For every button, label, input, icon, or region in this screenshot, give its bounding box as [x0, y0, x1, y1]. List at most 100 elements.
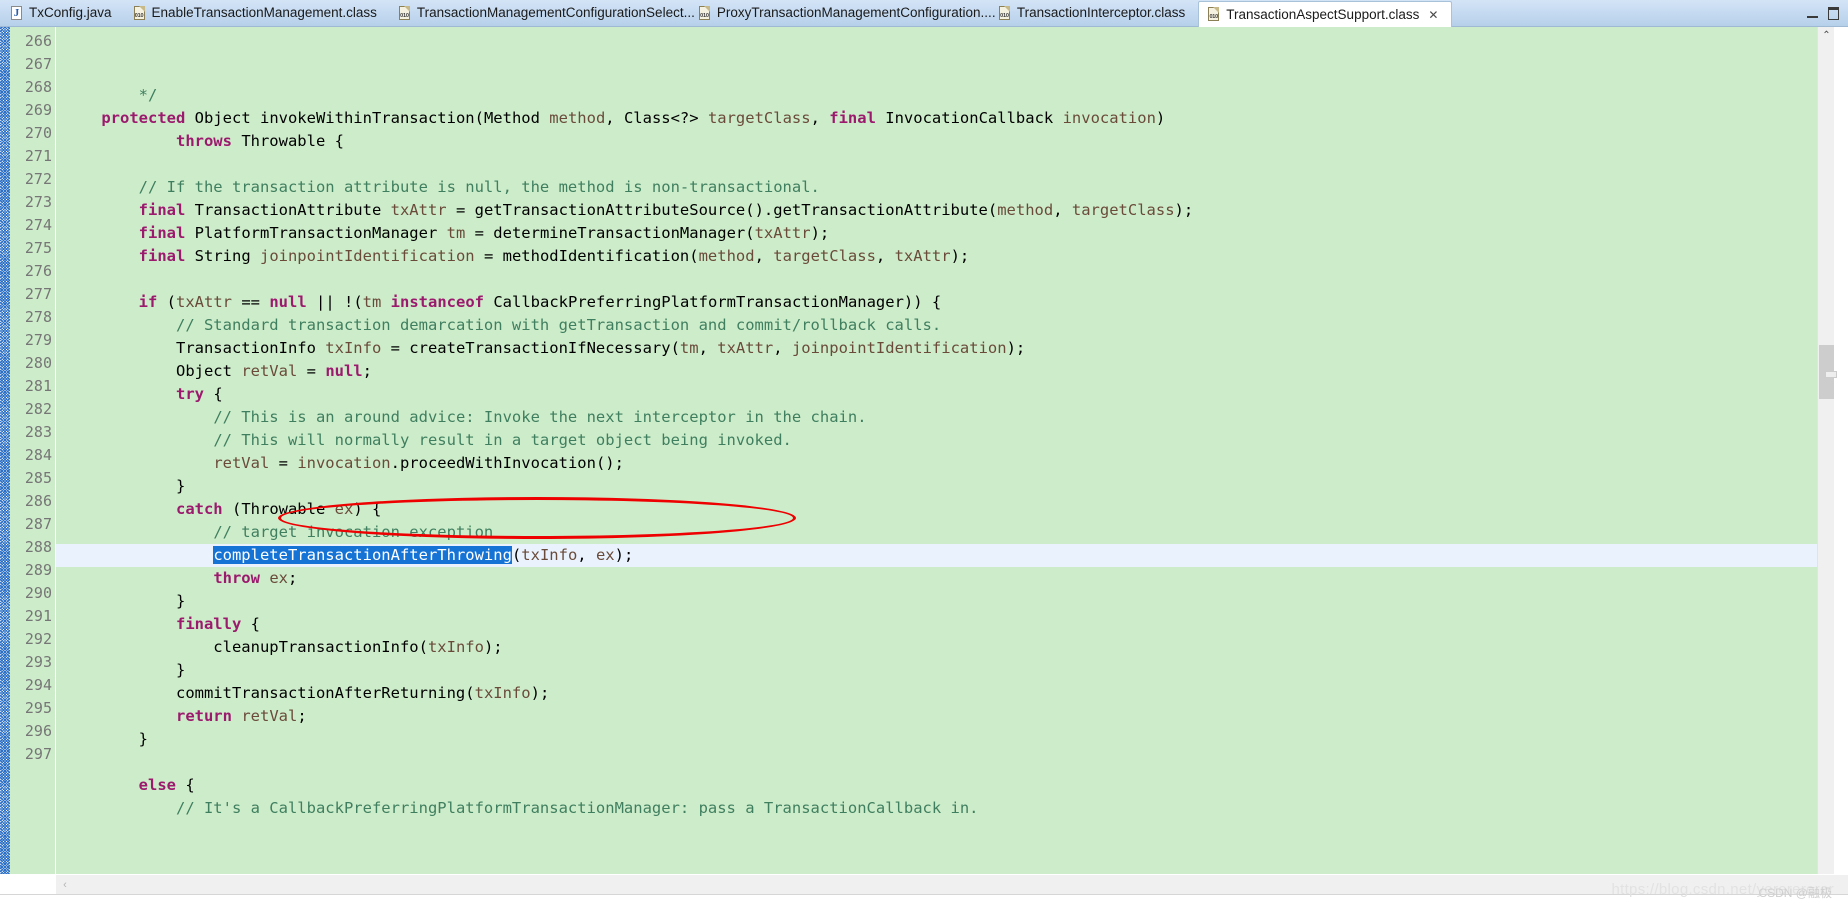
code-token: // If the transaction attribute is null,… — [138, 178, 820, 196]
code-token: txAttr — [390, 201, 447, 219]
code-line[interactable]: // It's a CallbackPreferringPlatformTran… — [56, 797, 1817, 820]
code-line[interactable]: retVal = invocation.proceedWithInvocatio… — [56, 452, 1817, 475]
code-token: , — [810, 109, 830, 127]
line-number: 285 — [24, 469, 52, 487]
code-line[interactable]: protected Object invokeWithinTransaction… — [56, 107, 1817, 130]
code-line[interactable]: // This is an around advice: Invoke the … — [56, 406, 1817, 429]
change-annotation-bar — [0, 27, 10, 874]
editor-tab-2[interactable]: TransactionManagementConfigurationSelect… — [390, 0, 695, 26]
code-token: ex — [269, 569, 288, 587]
code-token: final — [829, 109, 876, 127]
line-number: 295 — [24, 699, 52, 717]
line-number: 286 — [24, 492, 52, 510]
code-line[interactable]: final PlatformTransactionManager tm = de… — [56, 222, 1817, 245]
line-number: 277 — [24, 285, 52, 303]
code-line[interactable]: catch (Throwable ex) { — [56, 498, 1817, 521]
code-token: targetClass — [707, 109, 811, 127]
code-line[interactable]: // This will normally result in a target… — [56, 429, 1817, 452]
editor-tab-3[interactable]: ProxyTransactionManagementConfiguration.… — [690, 0, 996, 26]
code-line[interactable]: if (txAttr == null || !(tm instanceof Ca… — [56, 291, 1817, 314]
code-line[interactable]: TransactionInfo txInfo = createTransacti… — [56, 337, 1817, 360]
code-token: ) { — [353, 500, 382, 518]
code-token: = createTransactionIfNecessary( — [381, 339, 680, 357]
code-line[interactable]: cleanupTransactionInfo(txInfo); — [56, 636, 1817, 659]
code-line[interactable]: // If the transaction attribute is null,… — [56, 176, 1817, 199]
code-line[interactable]: final TransactionAttribute txAttr = getT… — [56, 199, 1817, 222]
minimize-icon[interactable] — [1807, 8, 1818, 18]
code-token: TransactionInfo — [64, 339, 326, 357]
code-line[interactable] — [56, 153, 1817, 176]
scroll-left-icon[interactable]: ‹ — [56, 875, 74, 894]
code-token: if — [138, 293, 158, 311]
code-token: final — [138, 224, 186, 242]
editor-tab-0[interactable]: TxConfig.java — [2, 0, 125, 26]
editor-tab-label: ProxyTransactionManagementConfiguration.… — [716, 5, 996, 21]
scroll-up-icon[interactable]: ⌃ — [1818, 27, 1835, 44]
code-token: else — [138, 776, 176, 794]
code-token: ex — [334, 500, 354, 518]
code-token: throws — [175, 132, 232, 150]
code-line[interactable]: throws Throwable { — [56, 130, 1817, 153]
code-token: ) — [1155, 109, 1166, 127]
scroll-right-icon[interactable] — [1830, 875, 1848, 894]
code-line[interactable]: try { — [56, 383, 1817, 406]
code-token: ); — [530, 684, 550, 702]
code-token: Throwable { — [231, 132, 344, 150]
code-viewport[interactable]: */ protected Object invokeWithinTransact… — [56, 27, 1817, 874]
code-line[interactable] — [56, 751, 1817, 774]
code-line[interactable]: Object retVal = null; — [56, 360, 1817, 383]
maximize-icon[interactable] — [1828, 6, 1839, 20]
close-icon[interactable]: ✕ — [1428, 9, 1438, 21]
code-line[interactable]: return retVal; — [56, 705, 1817, 728]
code-token: final — [138, 247, 186, 265]
code-token: txAttr — [894, 247, 951, 265]
code-line[interactable]: final String joinpointIdentification = m… — [56, 245, 1817, 268]
line-number: 293 — [24, 653, 52, 671]
editor-tab-4[interactable]: TransactionInterceptor.class — [990, 0, 1198, 26]
code-line[interactable]: // target invocation exception — [56, 521, 1817, 544]
code-line[interactable]: } — [56, 659, 1817, 682]
horizontal-scroll-track[interactable]: ‹ — [56, 875, 1848, 894]
code-line[interactable] — [56, 268, 1817, 291]
code-token: // Standard transaction demarcation with… — [175, 316, 942, 334]
code-token: // This will normally result in a target… — [213, 431, 792, 449]
window-bottom-edge — [0, 894, 1848, 908]
code-line[interactable]: // Standard transaction demarcation with… — [56, 314, 1817, 337]
line-number-gutter: 266 267 268 269 270 271 272 273 274 275 276 277 278 2… — [10, 27, 56, 874]
horizontal-scrollbar[interactable]: ‹ — [0, 874, 1848, 894]
code-token: targetClass — [773, 247, 876, 265]
editor-tab-5[interactable]: TransactionAspectSupport.class ✕ — [1198, 1, 1453, 27]
code-token: txInfo — [521, 546, 578, 564]
vertical-scrollbar[interactable]: ⌃ — [1817, 27, 1837, 874]
line-number: 271 — [24, 147, 52, 165]
code-line[interactable]: } — [56, 728, 1817, 751]
editor-tab-1[interactable]: EnableTransactionManagement.class — [125, 0, 390, 26]
code-line[interactable]: } — [56, 475, 1817, 498]
editor-tab-label: TxConfig.java — [29, 5, 112, 21]
code-token: { — [241, 615, 260, 633]
line-number: 294 — [24, 676, 52, 694]
overview-ruler-marker[interactable] — [1825, 371, 1837, 378]
code-line[interactable]: finally { — [56, 613, 1817, 636]
code-line[interactable]: commitTransactionAfterReturning(txInfo); — [56, 682, 1817, 705]
code-token: ); — [614, 546, 634, 564]
code-line-current[interactable]: completeTransactionAfterThrowing(txInfo,… — [56, 544, 1817, 567]
line-number: 291 — [24, 607, 52, 625]
code-line[interactable]: } — [56, 590, 1817, 613]
code-token: == — [232, 293, 270, 311]
code-line[interactable]: */ — [56, 84, 1817, 107]
line-number: 289 — [24, 561, 52, 579]
code-line[interactable]: else { — [56, 774, 1817, 797]
line-number: 281 — [24, 377, 52, 395]
code-line[interactable]: throw ex; — [56, 567, 1817, 590]
code-token: || !( — [306, 293, 363, 311]
code-token: null — [325, 362, 363, 380]
code-token: // This is an around advice: Invoke the … — [213, 408, 867, 426]
code-token: , — [698, 339, 718, 357]
